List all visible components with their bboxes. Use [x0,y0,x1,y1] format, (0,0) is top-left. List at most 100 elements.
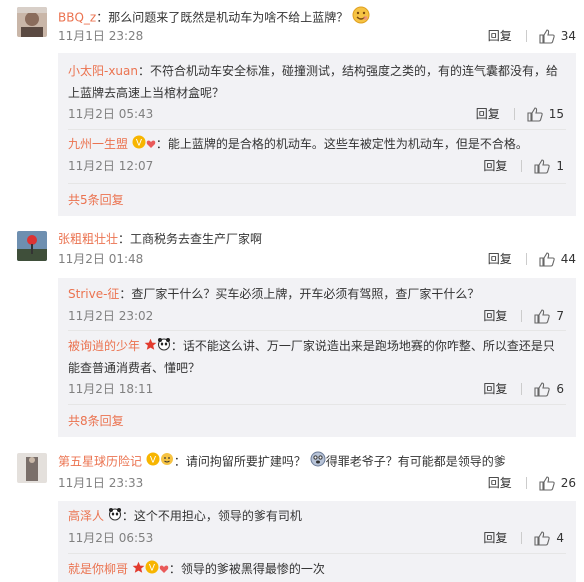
like-count: 34 [560,29,576,43]
username-link[interactable]: 第五星球历险记 [58,455,142,469]
thumbs-up-icon [539,251,555,267]
username-link[interactable]: Strive-征 [68,287,119,301]
reply-time: 11月2日 05:43 [68,107,154,121]
comment-header: 张粗粗壮壮：工商税务去查生产厂家啊 [58,232,263,246]
reply-divider [68,404,566,405]
thumbs-up-icon [534,530,551,546]
vip-badge-icon: V [132,135,146,155]
more-replies-link[interactable]: 共8条回复 [68,411,124,431]
like-button[interactable]: 1 [534,156,564,176]
action-divider [521,383,523,395]
reply-button[interactable]: 回复 [483,306,507,326]
like-button[interactable]: 15 [527,104,564,124]
like-button[interactable]: 26 [539,473,576,493]
reply-header: 小太阳-xuan：不符合机动车安全标准，碰撞测试，结构强度之类的，有的连气囊都没… [68,64,559,78]
reply-text: 不符合机动车安全标准，碰撞测试，结构强度之类的，有的连气囊都没有，给 [150,64,559,78]
avatar[interactable] [17,7,47,37]
like-button[interactable]: 4 [534,528,564,548]
reply-divider [68,183,566,184]
reply-text-line2: 能查普通消费者、懂吧？ [68,361,201,375]
star-badge-icon [144,337,157,357]
reply-header: 被询逍的少年 ：话不能这么讲、万一厂家说造出来是跑场地赛的你咋整、所以查还是只 [68,336,564,357]
reply-text: 查厂家干什么？买车必须上牌，开车必须有驾照，查厂家干什么？ [131,287,480,301]
reply-text: 话不能这么讲、万一厂家说造出来是跑场地赛的你咋整、所以查还是只 [182,339,555,353]
like-count: 15 [548,107,564,121]
thumbs-up-icon [534,308,551,324]
action-divider [521,310,523,322]
heart-badge-icon [159,560,169,580]
username-link[interactable]: 小太阳-xuan [68,64,138,78]
heart-badge-icon [146,135,156,155]
reply-button[interactable]: 回复 [483,156,507,176]
comment-meta: 11月2日 01:48 回复 44 [58,249,576,269]
comment-time: 11月1日 23:33 [58,476,144,490]
svg-text:V: V [150,456,157,466]
action-divider [521,532,523,544]
reply-button[interactable]: 回复 [476,104,500,124]
thumbs-up-icon [539,475,555,491]
comment-meta: 11月1日 23:28 回复 34 [58,26,576,46]
reply-button[interactable]: 回复 [483,528,507,548]
like-count: 26 [560,476,576,490]
like-count: 4 [556,531,564,545]
comment-header: 第五星球历险记 V ：请问拘留所要扩建吗？ 得罪老爷子？有可能都是领导的爹 [58,451,576,473]
reply-header: 就是你柳哥 V ：领导的爹被黑得最惨的一次 [68,559,564,580]
like-count: 7 [556,309,564,323]
username-link[interactable]: 九州一生盟 [68,137,128,151]
reply-text: 能上蓝牌的是合格的机动车。这些车被定性为机动车，但是不合格。 [167,137,528,151]
reply-meta: 11月2日 18:11 回复 6 [68,379,564,399]
scared-emoji-icon [310,451,326,473]
action-divider [521,160,523,172]
reply-meta: 11月2日 12:07 回复 1 [68,156,564,176]
panda-emoji-icon [157,337,171,357]
reply-button[interactable]: 回复 [488,249,512,269]
username-link[interactable]: 高泽人 [68,509,104,523]
like-button[interactable]: 44 [539,249,576,269]
username-link[interactable]: BBQ_z [58,11,96,25]
reply-time: 11月2日 23:02 [68,309,154,323]
username-link[interactable]: 被询逍的少年 [68,339,140,353]
reply-meta: 11月2日 06:53 回复 4 [68,528,564,548]
username-link[interactable]: 就是你柳哥 [68,562,128,576]
comment-meta: 11月1日 23:33 回复 26 [58,473,576,493]
reply-divider [68,129,566,130]
avatar[interactable] [17,453,47,483]
reply-time: 11月2日 06:53 [68,531,154,545]
comment-text: 请问拘留所要扩建吗？ [185,454,306,469]
action-divider [513,108,515,120]
reply-button[interactable]: 回复 [483,379,507,399]
comment-text: 那么问题来了既然是机动车为啥不给上蓝牌？ [108,10,349,25]
panda-emoji-icon [108,507,122,527]
reply-text-line2: 上蓝牌去高速上当棺材盒呢？ [68,86,225,100]
action-divider [525,30,527,42]
svg-text:V: V [136,138,143,148]
reply-list: 高泽人 ：这个不用担心，领导的爹有司机 11月2日 06:53 回复 4 就是你… [58,501,576,582]
avatar[interactable] [17,231,47,261]
vip-badge-icon: V [145,560,159,580]
thumbs-up-icon [527,106,543,122]
comment-time: 11月1日 23:28 [58,29,144,43]
reply-meta: 11月2日 05:43 回复 15 [68,104,564,124]
username-link[interactable]: 张粗粗壮壮 [58,232,118,246]
reply-header: Strive-征：查厂家干什么？买车必须上牌，开车必须有驾照，查厂家干什么？ [68,287,480,301]
reply-time: 11月2日 18:11 [68,382,154,396]
vip-badge-icon: V [146,452,160,472]
like-button[interactable]: 34 [539,26,576,46]
more-replies-link[interactable]: 共5条回复 [68,190,124,210]
like-count: 44 [560,252,576,266]
reply-button[interactable]: 回复 [488,473,512,493]
reply-text: 领导的爹被黑得最惨的一次 [180,562,325,576]
action-divider [525,253,527,265]
thumbs-up-icon [534,158,551,174]
reply-time: 11月2日 12:07 [68,159,154,173]
comment-time: 11月2日 01:48 [58,252,144,266]
reply-header: 高泽人 ：这个不用担心，领导的爹有司机 [68,506,564,527]
like-button[interactable]: 6 [534,379,564,399]
reply-text: 这个不用担心，领导的爹有司机 [133,509,302,523]
reply-meta: 11月2日 23:02 回复 7 [68,306,564,326]
reply-header: 九州一生盟 V ：能上蓝牌的是合格的机动车。这些车被定性为机动车，但是不合格。 [68,134,564,155]
reply-divider [68,553,566,554]
like-count: 6 [556,382,564,396]
like-button[interactable]: 7 [534,306,564,326]
reply-button[interactable]: 回复 [488,26,512,46]
